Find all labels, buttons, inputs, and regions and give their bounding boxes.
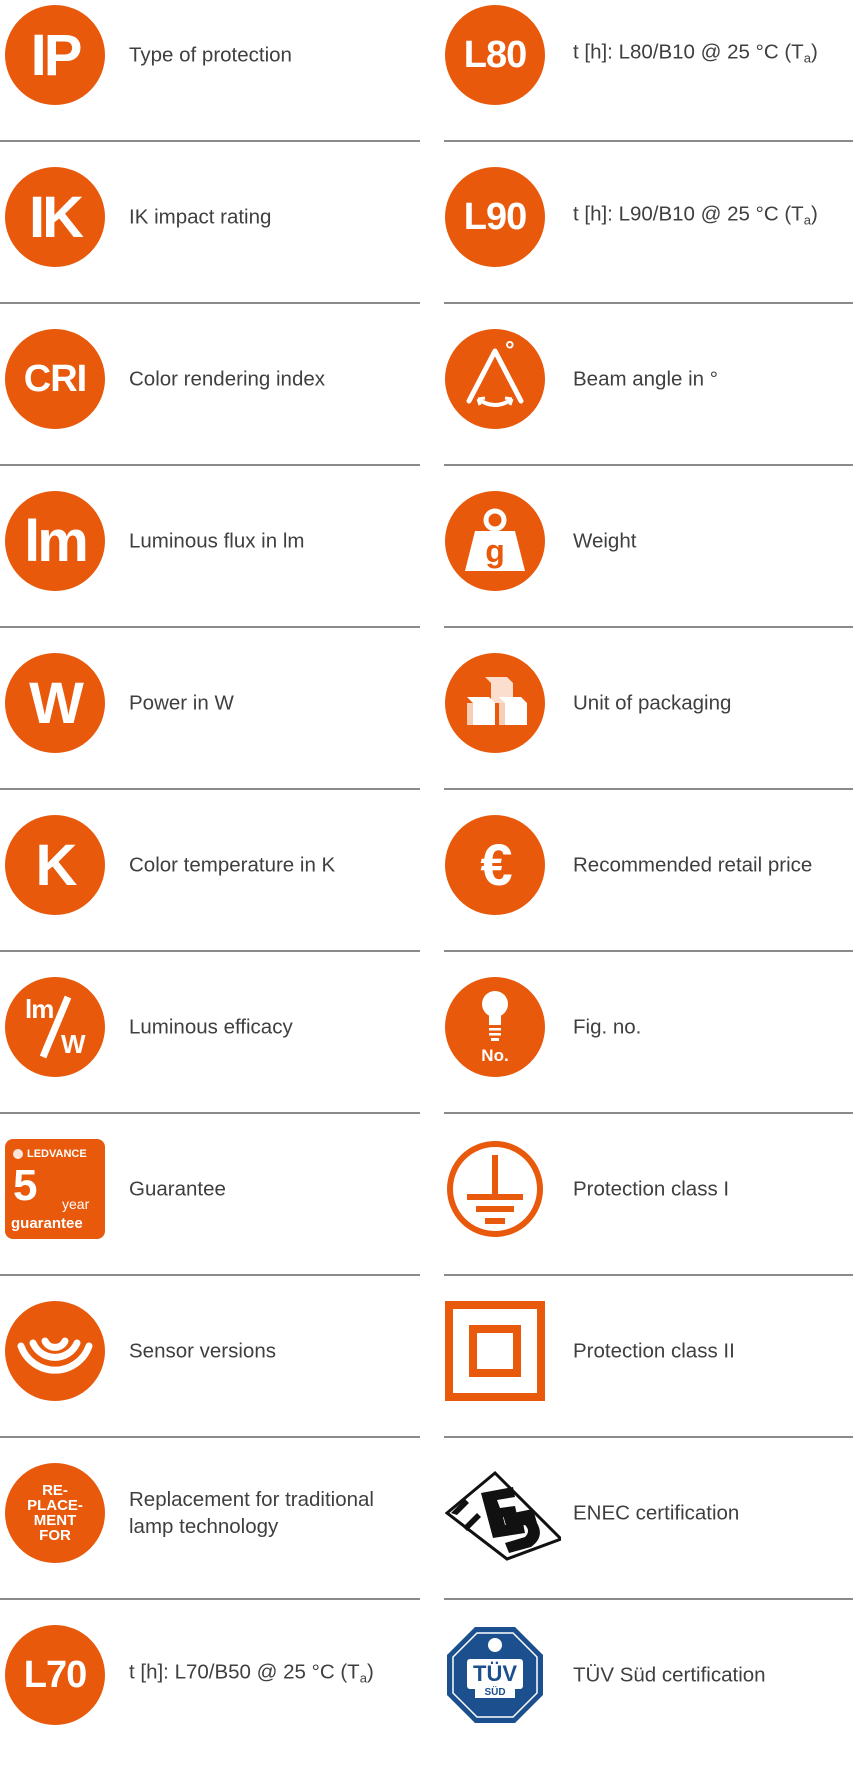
l70-icon: L70 [5,1625,105,1725]
legend-label: t [h]: L80/B10 @ 25 °C (Ta) [573,40,818,66]
legend-label: Protection class II [573,1339,735,1363]
legend-row-l90: L90 t [h]: L90/B10 @ 25 °C (Ta) [444,167,853,329]
legend-label: Recommended retail price [573,853,813,877]
legend-row-sensor: Sensor versions [0,1301,420,1463]
cri-icon: CRI [5,329,105,429]
legend-row-replacement: RE- PLACE- MENT FOR Replacement for trad… [0,1463,420,1625]
legend-row-ip: IP Type of protection [0,5,420,167]
divider [0,1598,420,1600]
divider [0,302,420,304]
legend-label: Weight [573,529,637,553]
legend-row-l70: L70 t [h]: L70/B50 @ 25 °C (Ta) [0,1625,420,1787]
divider [444,950,853,952]
replacement-icon: RE- PLACE- MENT FOR [5,1463,105,1563]
ip-icon: IP [5,5,105,105]
legend-label: Power in W [129,691,234,715]
ik-icon: IK [5,167,105,267]
divider [0,464,420,466]
legend-label: Replacement for traditional lamp technol… [129,1488,374,1538]
efficacy-icon: lm W [5,977,105,1077]
legend-row-weight: g Weight [444,491,853,653]
legend-label: Luminous efficacy [129,1015,293,1039]
legend-row-kelvin: K Color temperature in K [0,815,420,977]
legend-row-watt: W Power in W [0,653,420,815]
l90-icon: L90 [445,167,545,267]
legend-label: Fig. no. [573,1015,642,1039]
legend-row-l80: L80 t [h]: L80/B10 @ 25 °C (Ta) [444,5,853,167]
legend-label: Color temperature in K [129,853,336,877]
divider [444,1274,853,1276]
divider [0,626,420,628]
legend-label: t [h]: L70/B50 @ 25 °C (Ta) [129,1660,374,1686]
legend-row-ik: IK IK impact rating [0,167,420,329]
divider [0,788,420,790]
legend-row-protection-class-1: Protection class I [444,1139,853,1301]
watt-icon: W [5,653,105,753]
l80-icon: L80 [445,5,545,105]
legend-row-lumen: lm Luminous flux in lm [0,491,420,653]
divider [0,950,420,952]
divider [0,1112,420,1114]
divider [0,1436,420,1438]
legend-row-protection-class-2: Protection class II [444,1301,853,1463]
legend-label: Unit of packaging [573,691,732,715]
euro-icon: € [445,815,545,915]
packaging-icon [445,653,545,753]
guarantee-badge-icon: LEDVANCE 5 year guarantee [5,1139,105,1239]
divider [444,1598,853,1600]
divider [444,464,853,466]
legend-label: Color rendering index [129,367,326,391]
divider [0,1274,420,1276]
protection-class-1-icon [445,1139,545,1239]
legend-row-packaging: Unit of packaging [444,653,853,815]
legend-label: Type of protection [129,43,292,67]
divider [444,788,853,790]
divider [444,1112,853,1114]
legend-row-cri: CRI Color rendering index [0,329,420,491]
divider [444,1436,853,1438]
divider [444,626,853,628]
tuv-sud-icon: TÜV SÜD [445,1625,545,1725]
legend-row-tuv: TÜV SÜD TÜV Süd certification [444,1625,853,1787]
weight-icon: g [445,491,545,591]
sensor-icon [5,1301,105,1401]
legend-row-fig-no: No. Fig. no. [444,977,853,1139]
legend-row-beam-angle: ° Beam angle in ° [444,329,853,491]
legend-label: Guarantee [129,1177,226,1201]
legend-row-efficacy: lm W Luminous efficacy [0,977,420,1139]
divider [444,140,853,142]
legend-label: Protection class I [573,1177,730,1201]
lumen-icon: lm [5,491,105,591]
divider [0,140,420,142]
divider [444,302,853,304]
legend-label: Luminous flux in lm [129,529,305,553]
enec-icon [444,1463,564,1563]
legend-row-enec: ENEC certification [444,1463,853,1625]
legend-label: IK impact rating [129,205,272,229]
legend-label: TÜV Süd certification [573,1663,766,1687]
beam-angle-icon: ° [445,329,545,429]
protection-class-2-icon [445,1301,545,1401]
legend-row-euro: € Recommended retail price [444,815,853,977]
kelvin-icon: K [5,815,105,915]
fig-no-icon: No. [445,977,545,1077]
legend-label: ENEC certification [573,1501,740,1525]
ledvance-dot-icon [13,1149,23,1159]
legend-row-guarantee: LEDVANCE 5 year guarantee Guarantee [0,1139,420,1301]
legend-label: Sensor versions [129,1339,276,1363]
legend-label: t [h]: L90/B10 @ 25 °C (Ta) [573,202,818,228]
legend-label: Beam angle in ° [573,367,718,391]
